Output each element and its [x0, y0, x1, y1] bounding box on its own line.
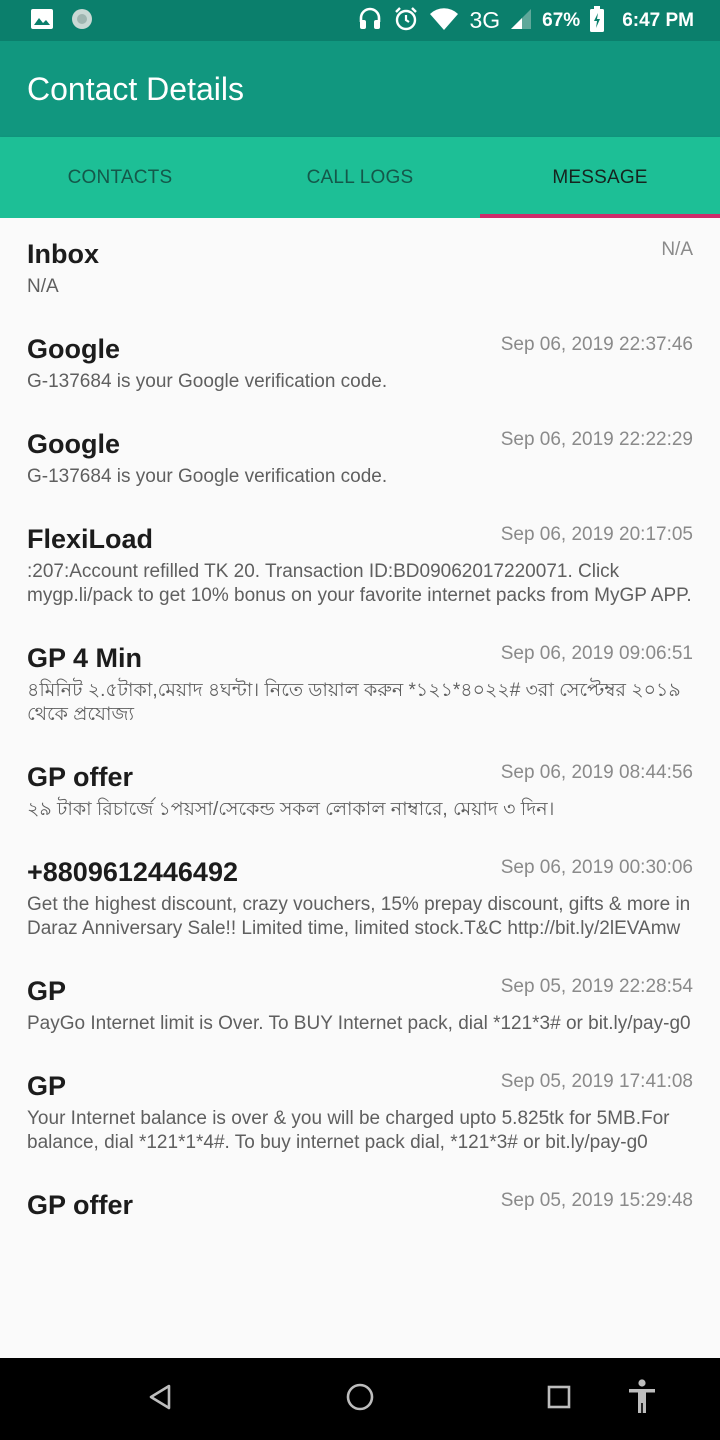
- signal-icon: [510, 8, 532, 34]
- accessibility-icon: [627, 1379, 657, 1419]
- tab-call-logs[interactable]: CALL LOGS: [240, 137, 480, 218]
- message-date: Sep 05, 2019 17:41:08: [500, 1071, 693, 1092]
- battery-icon: [590, 5, 605, 36]
- tab-message[interactable]: MESSAGE: [480, 137, 720, 218]
- message-sender: Inbox: [27, 239, 99, 269]
- message-body: G-137684 is your Google verification cod…: [27, 466, 388, 487]
- alarm-icon: [393, 6, 419, 36]
- wifi-icon: [429, 7, 459, 35]
- list-item[interactable]: GP Sep 05, 2019 17:41:08 Your Internet b…: [0, 1050, 720, 1169]
- message-list[interactable]: Inbox N/A N/A Google Sep 06, 2019 22:37:…: [0, 218, 720, 1358]
- message-body: :207:Account refilled TK 20. Transaction…: [27, 561, 692, 606]
- list-item[interactable]: GP offer Sep 06, 2019 08:44:56 ২৯ টাকা র…: [0, 741, 720, 836]
- list-item[interactable]: GP Sep 05, 2019 22:28:54 PayGo Internet …: [0, 955, 720, 1050]
- message-body: ২৯ টাকা রিচার্জে ১পয়সা/সেকেন্ড সকল লোকা…: [27, 799, 555, 820]
- message-date: Sep 05, 2019 15:29:48: [500, 1190, 693, 1211]
- message-body: Get the highest discount, crazy vouchers…: [27, 894, 691, 939]
- tab-contacts[interactable]: CONTACTS: [0, 137, 240, 218]
- message-body: [27, 1222, 693, 1240]
- headset-icon: [357, 6, 383, 36]
- battery-percent: 67%: [542, 9, 581, 31]
- sync-icon: [70, 7, 94, 35]
- page-title: Contact Details: [27, 70, 244, 107]
- list-item[interactable]: +8809612446492 Sep 06, 2019 00:30:06 Get…: [0, 836, 720, 955]
- clock: 6:47 PM: [622, 9, 694, 31]
- message-date: N/A: [661, 239, 693, 260]
- list-item[interactable]: Inbox N/A N/A: [0, 218, 720, 313]
- message-date: Sep 06, 2019 22:22:29: [500, 429, 693, 450]
- message-date: Sep 06, 2019 08:44:56: [500, 762, 693, 783]
- list-item[interactable]: Google Sep 06, 2019 22:37:46 G-137684 is…: [0, 313, 720, 408]
- navigation-bar: [0, 1358, 720, 1440]
- message-body: G-137684 is your Google verification cod…: [27, 371, 388, 392]
- message-body: Your Internet balance is over & you will…: [27, 1108, 670, 1153]
- status-bar: 3G 67% 6:47 PM: [0, 0, 720, 41]
- message-body: N/A: [27, 276, 59, 297]
- message-body: ৪মিনিট ২.৫টাকা,মেয়াদ ৪ঘন্টা। নিতে ডায়া…: [27, 680, 681, 725]
- list-item[interactable]: FlexiLoad Sep 06, 2019 20:17:05 :207:Acc…: [0, 503, 720, 622]
- list-item[interactable]: Google Sep 06, 2019 22:22:29 G-137684 is…: [0, 408, 720, 503]
- home-icon: [345, 1382, 375, 1416]
- list-item[interactable]: GP offer Sep 05, 2019 15:29:48: [0, 1169, 720, 1240]
- recents-icon: [546, 1384, 572, 1414]
- message-date: Sep 06, 2019 22:37:46: [500, 334, 693, 355]
- network-type: 3G: [469, 7, 501, 33]
- accessibility-button[interactable]: [602, 1358, 682, 1440]
- message-date: Sep 06, 2019 00:30:06: [500, 857, 693, 878]
- back-icon: [147, 1383, 173, 1415]
- tab-bar: CONTACTS CALL LOGS MESSAGE: [0, 137, 720, 218]
- back-button[interactable]: [120, 1358, 200, 1440]
- home-button[interactable]: [320, 1358, 400, 1440]
- message-date: Sep 06, 2019 20:17:05: [500, 524, 693, 545]
- image-icon: [30, 8, 54, 34]
- recents-button[interactable]: [519, 1358, 599, 1440]
- message-date: Sep 05, 2019 22:28:54: [500, 976, 693, 997]
- message-body: PayGo Internet limit is Over. To BUY Int…: [27, 1013, 691, 1034]
- list-item[interactable]: GP 4 Min Sep 06, 2019 09:06:51 ৪মিনিট ২.…: [0, 622, 720, 741]
- app-bar: Contact Details: [0, 41, 720, 137]
- message-date: Sep 06, 2019 09:06:51: [500, 643, 693, 664]
